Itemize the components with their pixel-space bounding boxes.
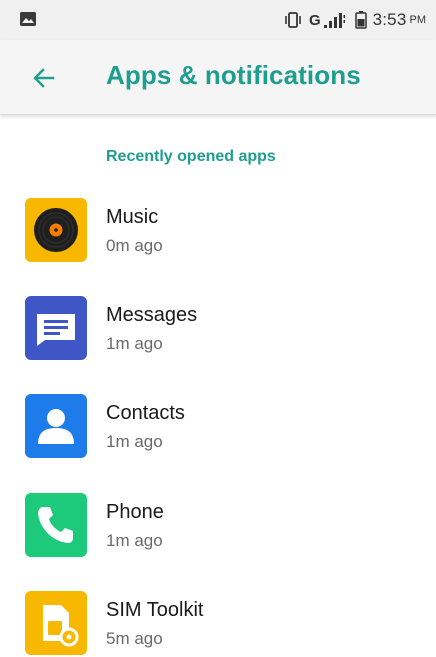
page-title: Apps & notifications xyxy=(106,60,361,90)
app-last-used: 1m ago xyxy=(106,334,163,353)
signal-icon xyxy=(323,13,345,28)
app-item-phone[interactable]: Phone 1m ago xyxy=(0,493,436,591)
app-last-used: 5m ago xyxy=(106,629,163,648)
vibrate-icon xyxy=(285,12,301,28)
battery-icon xyxy=(354,11,367,29)
clock-ampm: PM xyxy=(409,14,427,26)
back-button[interactable] xyxy=(28,62,60,94)
app-item-messages[interactable]: Messages 1m ago xyxy=(0,296,436,394)
sim-toolkit-icon xyxy=(25,591,87,655)
status-bar: G 3:53 PM xyxy=(0,0,436,40)
screen: G 3:53 PM Apps & notifications Recently … xyxy=(0,0,436,657)
app-name: Phone xyxy=(106,501,164,523)
app-name: Messages xyxy=(106,304,198,326)
contacts-icon xyxy=(25,394,87,458)
app-name: Contacts xyxy=(106,402,185,424)
app-item-music[interactable]: Music 0m ago xyxy=(0,198,436,296)
status-icons: G 3:53 PM xyxy=(283,0,426,40)
app-bar: Apps & notifications xyxy=(0,40,436,115)
network-type: G xyxy=(308,11,321,29)
app-item-sim-toolkit[interactable]: SIM Toolkit 5m ago xyxy=(0,591,436,657)
app-last-used: 1m ago xyxy=(106,432,163,451)
app-last-used: 0m ago xyxy=(106,236,163,255)
arrow-back-icon xyxy=(33,68,55,88)
clock: 3:53 xyxy=(372,10,407,29)
phone-icon xyxy=(25,493,87,557)
app-name: SIM Toolkit xyxy=(106,599,204,621)
section-header: Recently opened apps xyxy=(106,148,276,165)
music-disc-icon xyxy=(25,198,87,262)
app-item-contacts[interactable]: Contacts 1m ago xyxy=(0,394,436,492)
app-name: Music xyxy=(106,206,159,228)
app-last-used: 1m ago xyxy=(106,531,163,550)
image-notification-icon xyxy=(20,12,36,26)
messages-icon xyxy=(25,296,87,360)
